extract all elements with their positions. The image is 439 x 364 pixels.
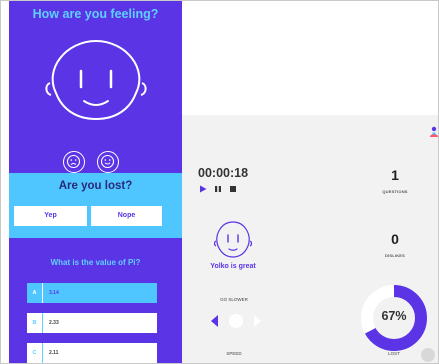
answer-option[interactable]: B 2.33 [26,312,158,334]
answer-letter: A [27,283,43,303]
answer-value: 2.11 [49,350,59,356]
question-text: What is the value of Pi? [50,258,141,267]
neutral-face-icon [45,39,147,121]
happy-face-icon [100,154,115,169]
dislikes-label: DISLIKES [384,253,406,258]
dislikes-count: 0 [391,231,399,247]
user-icon[interactable] [429,126,439,138]
answer-option[interactable]: C 2.11 [26,342,158,363]
nope-button[interactable]: Nope [91,206,162,226]
arrow-left-icon[interactable] [211,315,218,327]
speed-label: SPEED [226,351,242,356]
sad-face-button[interactable] [63,151,85,173]
session-panel: 00:00:18 1 QUESTIONS 0 DISLIKES Yolko is… [182,115,439,363]
play-icon[interactable] [199,185,207,193]
arrow-right-icon[interactable] [254,315,261,327]
lost-title: Are you lost? [58,180,133,192]
sad-face-icon [66,154,81,169]
feeling-title: How are you feeling? [32,7,159,21]
answer-value: 2.33 [49,320,59,326]
lost-box: Are you lost? Yep Nope [9,173,182,238]
answer-option[interactable]: A 3.14 [26,282,158,304]
speed-knob[interactable] [229,314,243,328]
questions-label: QUESTIONS [382,189,408,194]
lost-label: LOST [388,351,400,356]
mood-status: Yolko is great [210,263,256,270]
app-frame: How are you feeling? Are you lost? Yep N… [0,0,439,364]
happy-face-button[interactable] [97,151,119,173]
pause-icon[interactable] [214,185,222,193]
speed-control[interactable] [210,313,262,329]
yep-button[interactable]: Yep [14,206,87,226]
mood-face-icon [213,221,253,258]
questions-count: 1 [391,167,399,183]
settings-icon[interactable] [421,348,435,362]
answer-letter: B [27,313,43,333]
lost-percentage: 67% [381,309,407,323]
stop-icon[interactable] [229,185,237,193]
answer-letter: C [27,343,43,363]
student-panel: How are you feeling? Are you lost? Yep N… [9,1,182,363]
speed-hint: GO SLOWER [220,297,248,302]
answer-value: 3.14 [49,290,59,296]
session-timer: 00:00:18 [198,166,249,180]
